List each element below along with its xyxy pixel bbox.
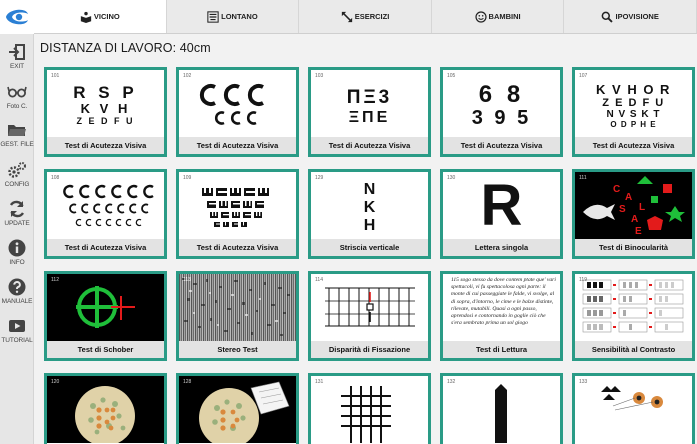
chart-line: ΞΠΕ <box>348 108 391 126</box>
card-number: 129 <box>315 175 324 181</box>
card-number: 113 <box>183 277 191 283</box>
random-dot-stereogram-image <box>179 274 296 341</box>
chart-line: Z E D F U <box>76 116 135 126</box>
test-grid: 101 R S P K V H Z E D F U Test di Acutez… <box>0 0 697 444</box>
schober-test-image <box>47 274 164 341</box>
card-number: 131 <box>315 379 324 385</box>
card-caption: Disparità di Fissazione <box>311 341 428 358</box>
card-caption: Test di Binocularità <box>575 239 692 256</box>
chart-line: H <box>363 216 376 234</box>
card-caption: Striscia verticale <box>311 239 428 256</box>
binocular-letter: A <box>631 214 638 225</box>
chart-line: Z E D F U <box>602 96 665 109</box>
test-card-112[interactable]: 112 Test di Schober <box>44 271 167 361</box>
card-caption: Test di Acutezza Visiva <box>443 137 560 154</box>
binocular-letter: A <box>625 192 632 203</box>
binocular-letter: C <box>613 184 620 195</box>
test-card-129[interactable]: 129 N K H Striscia verticale <box>308 169 431 259</box>
grid-pattern-image <box>311 376 428 443</box>
test-card-133[interactable]: 133 <box>572 373 695 444</box>
ishihara-plate-image <box>179 376 296 443</box>
test-card-101[interactable]: 101 R S P K V H Z E D F U Test di Acutez… <box>44 67 167 157</box>
card-number: 114 <box>315 277 323 283</box>
chart-line: ΠΞ3 <box>346 86 393 108</box>
test-card-132[interactable]: 132 <box>440 373 563 444</box>
vertical-strip-image: N K H <box>311 172 428 239</box>
card-number: 108 <box>51 175 60 181</box>
letter-chart-image: K V H O R Z E D F U N V S K T O D P H E <box>575 70 692 137</box>
chart-line: 3 9 5 <box>471 107 532 129</box>
landolt-c-chart-image <box>47 172 164 239</box>
chart-line: O D P H E <box>610 119 657 129</box>
ishihara-plate-image <box>47 376 164 443</box>
card-number: 128 <box>183 379 192 385</box>
single-letter: R <box>480 172 523 238</box>
chart-line: 6 8 <box>478 81 525 108</box>
vertical-bar-image <box>443 376 560 443</box>
test-card-130[interactable]: 130 R Lettera singola <box>440 169 563 259</box>
card-number: 132 <box>447 379 456 385</box>
chart-line: K V H O R <box>596 81 671 97</box>
card-caption: Test di Acutezza Visiva <box>47 239 164 256</box>
card-caption: Test di Acutezza Visiva <box>311 137 428 154</box>
contrast-sensitivity-image <box>575 274 692 341</box>
number-chart-image: 6 8 3 9 5 <box>443 70 560 137</box>
chart-line: N <box>363 180 376 198</box>
test-card-105[interactable]: 105 6 8 3 9 5 Test di Acutezza Visiva <box>440 67 563 157</box>
binocular-letter: L <box>639 202 645 213</box>
chart-line: K <box>363 198 376 216</box>
card-caption: Sensibilità al Contrasto <box>575 341 692 358</box>
card-caption: Test di Schober <box>47 341 164 358</box>
card-caption: Test di Acutezza Visiva <box>47 137 164 154</box>
chart-line: R S P <box>73 83 138 102</box>
card-number: 133 <box>579 379 588 385</box>
binocular-test-image: C A S A L E <box>575 172 692 239</box>
test-card-102[interactable]: 102 Test di Acutezza Visiva <box>176 67 299 157</box>
test-card-109[interactable]: 109 Test di Acutezza Visiva <box>176 169 299 259</box>
card-number: 101 <box>51 73 60 79</box>
binocular-letter: S <box>619 204 626 215</box>
card-number: 120 <box>51 379 60 385</box>
card-number: 112 <box>51 277 59 283</box>
card-caption: Stereo Test <box>179 341 296 358</box>
chart-line: K V H <box>80 101 131 116</box>
chart-line: N V S K T <box>606 108 661 120</box>
test-card-111[interactable]: C A S A L E 111 Test di Binocularità <box>572 169 695 259</box>
test-card-131[interactable]: 131 <box>308 373 431 444</box>
test-card-107[interactable]: 107 K V H O R Z E D F U N V S K T O D P … <box>572 67 695 157</box>
reading-text-image: 115 sogo stesso da dove contem ptate que… <box>443 274 560 341</box>
card-caption: Lettera singola <box>443 239 560 256</box>
tumbling-e-chart-image: ΠΞ3 ΞΠΕ <box>311 70 428 137</box>
test-card-103[interactable]: 103 ΠΞ3 ΞΠΕ Test di Acutezza Visiva <box>308 67 431 157</box>
accommodation-test-image <box>575 376 692 443</box>
card-caption: Test di Acutezza Visiva <box>575 137 692 154</box>
card-number: 105 <box>447 73 456 79</box>
card-number: 109 <box>183 175 192 181</box>
test-card-113[interactable]: 113 Stereo Test <box>176 271 299 361</box>
reading-sample-text: 115 sogo stesso da dove contem ptate que… <box>451 277 556 327</box>
card-number: 107 <box>579 73 588 79</box>
card-caption: Test di Acutezza Visiva <box>179 239 296 256</box>
card-caption: Test di Acutezza Visiva <box>179 137 296 154</box>
test-card-108[interactable]: 108 Test di Acutezza Visiva <box>44 169 167 259</box>
test-card-114[interactable]: 114 Disparità di Fissazione <box>308 271 431 361</box>
card-number: 111 <box>579 175 587 181</box>
landolt-c-chart-image <box>179 70 296 137</box>
tumbling-e-chart-image <box>179 172 296 239</box>
test-card-119[interactable]: 119 Sensibilità al Contrasto <box>572 271 695 361</box>
letter-chart-image: R S P K V H Z E D F U <box>47 70 164 137</box>
card-number: 119 <box>579 277 587 283</box>
binocular-letter: E <box>635 226 642 237</box>
card-number: 103 <box>315 73 324 79</box>
card-number: 130 <box>447 175 456 181</box>
test-card-115[interactable]: 115 sogo stesso da dove contem ptate que… <box>440 271 563 361</box>
card-number: 102 <box>183 73 192 79</box>
fixation-disparity-image <box>311 274 428 341</box>
single-letter-image: R <box>443 172 560 239</box>
test-card-120[interactable]: 120 <box>44 373 167 444</box>
test-card-128[interactable]: 128 <box>176 373 299 444</box>
app-window: EXIT Foto C. GEST. FILE CONFIG UPDATE IN… <box>0 0 697 444</box>
card-caption: Test di Lettura <box>443 341 560 358</box>
